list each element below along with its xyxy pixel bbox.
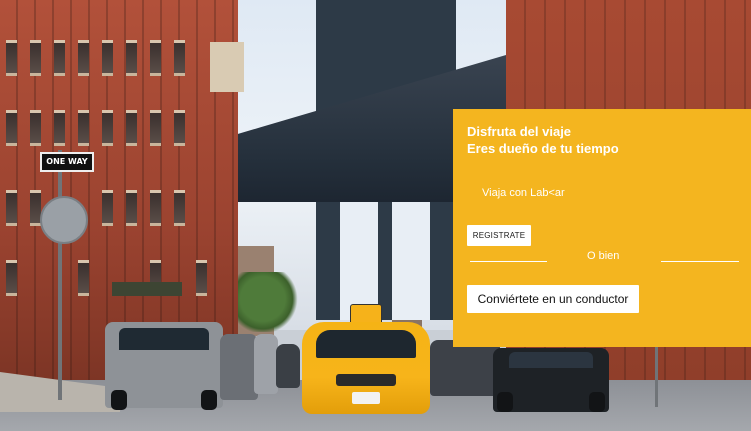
tree (238, 272, 300, 332)
headline-line-2: Eres dueño de tu tiempo (467, 141, 619, 156)
street-pole (655, 345, 658, 407)
or-separator: O bien (587, 250, 620, 262)
building-cornice (210, 42, 244, 92)
parked-sedan (493, 348, 609, 412)
divider-right (661, 261, 739, 262)
tagline: Viaja con Lab<ar (482, 187, 565, 199)
sign-pole (58, 150, 62, 400)
headline-line-1: Disfruta del viaje (467, 124, 572, 139)
divider-left (470, 261, 547, 262)
parked-car (430, 340, 500, 396)
signup-panel: Disfruta del viaje Eres dueño de tu tiem… (453, 109, 751, 347)
headline: Disfruta del viaje Eres dueño de tu tiem… (467, 123, 619, 157)
become-driver-button[interactable]: Conviértete en un conductor (467, 285, 639, 313)
parked-suv (105, 322, 223, 410)
parked-car (254, 334, 278, 394)
parked-car (220, 334, 258, 400)
round-street-sign (40, 196, 88, 244)
register-button[interactable]: REGISTRATE (467, 225, 531, 246)
yellow-taxi (302, 322, 430, 414)
parked-car (276, 344, 300, 388)
one-way-sign: ONE WAY (40, 152, 94, 172)
awning (112, 282, 182, 296)
